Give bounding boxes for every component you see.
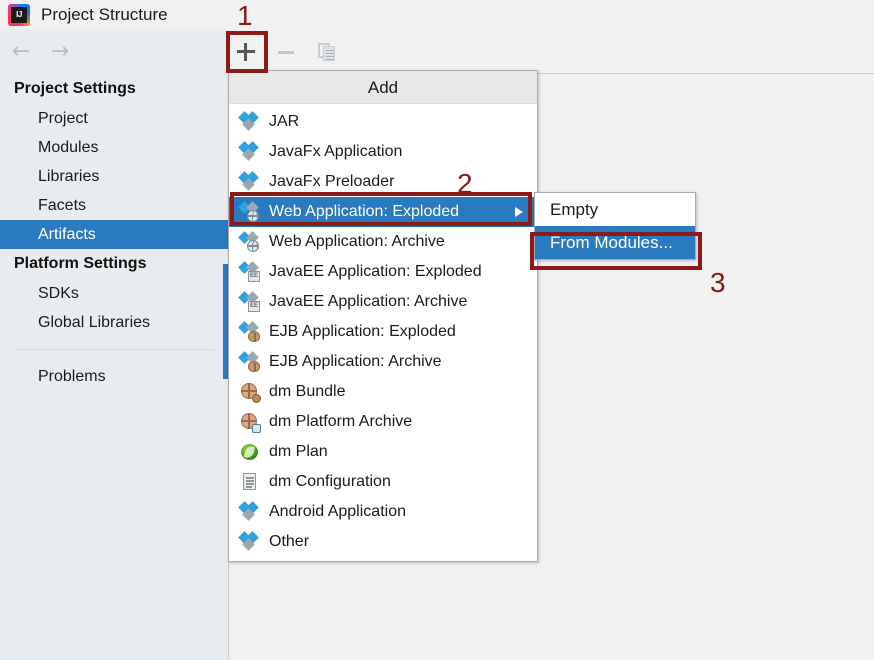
menu-item-label: dm Bundle <box>269 383 346 401</box>
menu-item-label: Web Application: Archive <box>269 233 445 251</box>
menu-item-label: EJB Application: Archive <box>269 353 442 371</box>
diamond-cluster-icon <box>240 172 260 192</box>
menu-item-label: Web Application: Exploded <box>269 203 459 221</box>
menu-item-web-application-exploded[interactable]: Web Application: Exploded <box>229 197 537 227</box>
artifacts-empty-area <box>229 557 874 660</box>
diamond-cluster-icon <box>240 532 260 552</box>
menu-item-jar[interactable]: JAR <box>229 107 537 137</box>
menu-item-other[interactable]: Other <box>229 527 537 557</box>
diamond-cluster-icon <box>240 112 260 132</box>
remove-button[interactable] <box>271 37 301 67</box>
sidebar-item-sdks[interactable]: SDKs <box>0 279 228 308</box>
submenu-item-from-modules[interactable]: From Modules... <box>535 226 695 259</box>
project-structure-window: IJ Project Structure ← → Project Setting… <box>0 0 874 660</box>
javaee-badge-icon: EE <box>240 262 260 282</box>
minus-icon <box>278 51 294 54</box>
sidebar-divider <box>14 349 214 350</box>
menu-item-label: JAR <box>269 113 299 131</box>
dm-platform-icon <box>240 412 260 432</box>
menu-item-label: dm Configuration <box>269 473 391 491</box>
menu-item-label: JavaEE Application: Archive <box>269 293 467 311</box>
menu-item-android-application[interactable]: Android Application <box>229 497 537 527</box>
add-popup-menu: Add JAR JavaFx Application JavaFx Preloa… <box>228 70 538 562</box>
menu-item-javaee-application-exploded[interactable]: EE JavaEE Application: Exploded <box>229 257 537 287</box>
menu-item-label: dm Plan <box>269 443 328 461</box>
ejb-bean-icon <box>240 322 260 342</box>
dm-bundle-icon <box>240 382 260 402</box>
add-menu-list: JAR JavaFx Application JavaFx Preloader <box>229 104 537 561</box>
menu-item-ejb-application-exploded[interactable]: EJB Application: Exploded <box>229 317 537 347</box>
sidebar-item-problems[interactable]: Problems <box>0 362 228 391</box>
menu-item-label: Other <box>269 533 309 551</box>
web-globe-icon <box>240 202 260 222</box>
diamond-cluster-icon <box>240 142 260 162</box>
sidebar-group-project-settings: Project Settings <box>0 74 228 104</box>
dm-config-doc-icon <box>240 472 260 492</box>
menu-item-dm-platform-archive[interactable]: dm Platform Archive <box>229 407 537 437</box>
plus-icon <box>237 43 255 61</box>
menu-item-ejb-application-archive[interactable]: EJB Application: Archive <box>229 347 537 377</box>
diamond-cluster-icon <box>240 502 260 522</box>
javaee-badge-icon: EE <box>240 292 260 312</box>
menu-item-label: dm Platform Archive <box>269 413 412 431</box>
intellij-idea-logo-icon: IJ <box>8 4 30 26</box>
sidebar-group-platform-settings: Platform Settings <box>0 249 228 279</box>
arrow-right-icon[interactable]: → <box>47 42 73 62</box>
arrow-left-icon[interactable]: ← <box>8 42 34 62</box>
submenu-item-empty[interactable]: Empty <box>535 193 695 226</box>
menu-item-javaee-application-archive[interactable]: EE JavaEE Application: Archive <box>229 287 537 317</box>
copy-icon <box>318 43 336 61</box>
artifacts-toolbar <box>228 29 874 74</box>
sidebar-item-libraries[interactable]: Libraries <box>0 162 228 191</box>
menu-item-web-application-archive[interactable]: Web Application: Archive <box>229 227 537 257</box>
menu-item-dm-bundle[interactable]: dm Bundle <box>229 377 537 407</box>
window-title: Project Structure <box>41 5 168 25</box>
sidebar-item-project[interactable]: Project <box>0 104 228 133</box>
annotation-number-1: 1 <box>237 0 253 32</box>
web-application-exploded-submenu: Empty From Modules... <box>534 192 696 260</box>
web-globe-icon <box>240 232 260 252</box>
add-menu-title: Add <box>229 71 537 104</box>
menu-item-label: EJB Application: Exploded <box>269 323 456 341</box>
logo-text: IJ <box>11 7 27 23</box>
menu-item-dm-plan[interactable]: dm Plan <box>229 437 537 467</box>
menu-item-javafx-preloader[interactable]: JavaFx Preloader <box>229 167 537 197</box>
add-button[interactable] <box>231 37 261 67</box>
chevron-right-icon <box>515 207 523 217</box>
sidebar-item-global-libraries[interactable]: Global Libraries <box>0 308 228 337</box>
menu-item-label: JavaFx Preloader <box>269 173 394 191</box>
annotation-number-2: 2 <box>457 168 473 200</box>
dm-plan-leaf-icon <box>240 442 260 462</box>
sidebar-item-artifacts[interactable]: Artifacts <box>0 220 228 249</box>
menu-item-label: JavaEE Application: Exploded <box>269 263 482 281</box>
menu-item-label: JavaFx Application <box>269 143 402 161</box>
sidebar-item-facets[interactable]: Facets <box>0 191 228 220</box>
annotation-number-3: 3 <box>710 267 726 299</box>
sidebar-item-modules[interactable]: Modules <box>0 133 228 162</box>
ejb-bean-icon <box>240 352 260 372</box>
copy-button[interactable] <box>312 37 342 67</box>
menu-item-label: Android Application <box>269 503 406 521</box>
title-bar: IJ Project Structure <box>0 0 874 29</box>
settings-sidebar: Project Settings Project Modules Librari… <box>0 74 228 660</box>
menu-item-dm-configuration[interactable]: dm Configuration <box>229 467 537 497</box>
menu-item-javafx-application[interactable]: JavaFx Application <box>229 137 537 167</box>
